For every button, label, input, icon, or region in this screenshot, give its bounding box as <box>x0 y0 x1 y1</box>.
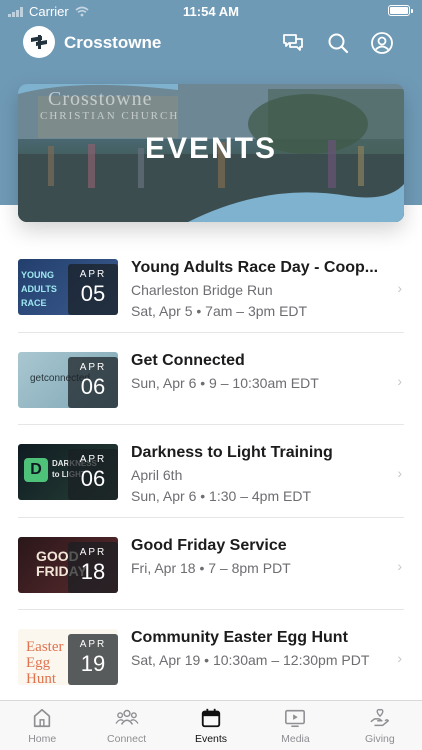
date-badge: APR 18 <box>68 541 118 593</box>
tab-giving[interactable]: Giving <box>338 701 422 750</box>
date-day: 05 <box>80 281 106 306</box>
events-list: YOUNG ADULTS RACE APR 05 Young Adults Ra… <box>18 240 404 703</box>
event-datetime: Sun, Apr 6 • 1:30 – 4pm EDT <box>131 488 311 505</box>
status-bar: Carrier 11:54 AM <box>0 0 422 22</box>
church-logo[interactable] <box>23 26 55 58</box>
event-row[interactable]: D DARKNESS to LIGHT APR 06 Darkness to L… <box>18 425 404 518</box>
event-title: Young Adults Race Day - Coop... <box>131 259 379 276</box>
event-thumbnail: D DARKNESS to LIGHT APR 06 <box>18 444 118 501</box>
event-subtitle: Charleston Bridge Run <box>131 282 273 298</box>
event-details: Community Easter Egg Hunt Sat, Apr 19 • … <box>131 629 386 668</box>
chevron-right-icon: › <box>397 372 402 389</box>
event-row[interactable]: GOOD FRIDAY APR 18 Good Friday Service F… <box>18 518 404 611</box>
event-datetime: Fri, Apr 18 • 7 – 8pm PDT <box>131 559 291 576</box>
event-title: Get Connected <box>131 351 245 369</box>
event-thumbnail: Easter Egg Hunt APR 19 <box>18 629 118 686</box>
event-row[interactable]: YOUNG ADULTS RACE APR 05 Young Adults Ra… <box>18 240 404 333</box>
app-header: Crosstowne <box>0 24 422 64</box>
event-subtitle: April 6th <box>131 467 183 484</box>
event-datetime: Sat, Apr 5 • 7am – 3pm EDT <box>131 303 308 319</box>
chevron-right-icon: › <box>397 465 402 482</box>
hero-sign-subtext: CHRISTIAN CHURCH <box>40 110 180 122</box>
date-month: APR <box>79 639 107 651</box>
home-icon <box>34 708 51 728</box>
hero-sign-text: Crosstowne <box>48 88 153 110</box>
date-badge: APR 06 <box>68 356 118 408</box>
chat-icon[interactable] <box>281 31 305 55</box>
event-details: Darkness to Light Training April 6th Sun… <box>131 444 386 504</box>
events-hero-banner: Crosstowne CHRISTIAN CHURCH EVENTS <box>18 84 404 222</box>
chevron-right-icon: › <box>397 557 402 574</box>
date-month: APR <box>79 454 107 466</box>
event-title: Darkness to Light Training <box>131 444 333 462</box>
tab-label: Events <box>194 733 228 745</box>
date-day: 19 <box>80 651 106 677</box>
date-badge: APR 05 <box>68 264 118 315</box>
event-details: Young Adults Race Day - Coop... Charlest… <box>131 259 386 319</box>
video-icon <box>285 709 306 728</box>
tab-label: Giving <box>364 733 395 745</box>
date-badge: APR 06 <box>68 449 118 501</box>
giving-hand-icon <box>370 708 389 727</box>
status-time: 11:54 AM <box>183 4 239 19</box>
date-day: 18 <box>80 558 106 584</box>
crosstowne-logo-icon <box>31 35 47 49</box>
tab-label: Connect <box>107 733 147 745</box>
event-title: Community Easter Egg Hunt <box>131 629 348 647</box>
date-month: APR <box>79 546 107 558</box>
date-month: APR <box>79 269 107 280</box>
event-row[interactable]: getconnected APR 06 Get Connected Sun, A… <box>18 333 404 426</box>
event-details: Get Connected Sun, Apr 6 • 9 – 10:30am E… <box>131 352 386 391</box>
event-datetime: Sun, Apr 6 • 9 – 10:30am EDT <box>131 374 319 391</box>
tab-label: Home <box>28 733 57 745</box>
event-details: Good Friday Service Fri, Apr 18 • 7 – 8p… <box>131 537 386 576</box>
tab-media[interactable]: Media <box>253 701 337 750</box>
date-badge: APR 19 <box>68 634 118 686</box>
event-datetime: Sat, Apr 19 • 10:30am – 12:30pm PDT <box>131 652 370 669</box>
tab-home[interactable]: Home <box>0 701 84 750</box>
chevron-right-icon: › <box>397 280 402 296</box>
hero-title: EVENTS <box>144 132 278 165</box>
tab-events[interactable]: Events <box>169 701 253 750</box>
date-day: 06 <box>80 373 106 399</box>
date-day: 06 <box>80 466 106 492</box>
tab-label: Media <box>281 733 310 745</box>
profile-icon[interactable] <box>370 31 394 55</box>
battery-icon <box>388 5 413 16</box>
event-title: Good Friday Service <box>131 536 287 554</box>
app-title: Crosstowne <box>64 33 162 52</box>
calendar-icon <box>201 708 221 728</box>
event-row[interactable]: Easter Egg Hunt APR 19 Community Easter … <box>18 610 404 703</box>
event-thumbnail: GOOD FRIDAY APR 18 <box>18 536 118 593</box>
tab-connect[interactable]: Connect <box>84 701 168 750</box>
event-thumbnail: YOUNG ADULTS RACE APR 05 <box>18 259 118 315</box>
event-thumbnail: getconnected APR 06 <box>18 351 118 408</box>
date-month: APR <box>79 361 107 373</box>
search-icon[interactable] <box>326 31 350 55</box>
thumbnail-logo: D <box>24 458 48 483</box>
chevron-right-icon: › <box>397 650 402 667</box>
people-icon <box>115 709 139 725</box>
tab-bar: Home Connect Events Media Giving <box>0 700 422 750</box>
